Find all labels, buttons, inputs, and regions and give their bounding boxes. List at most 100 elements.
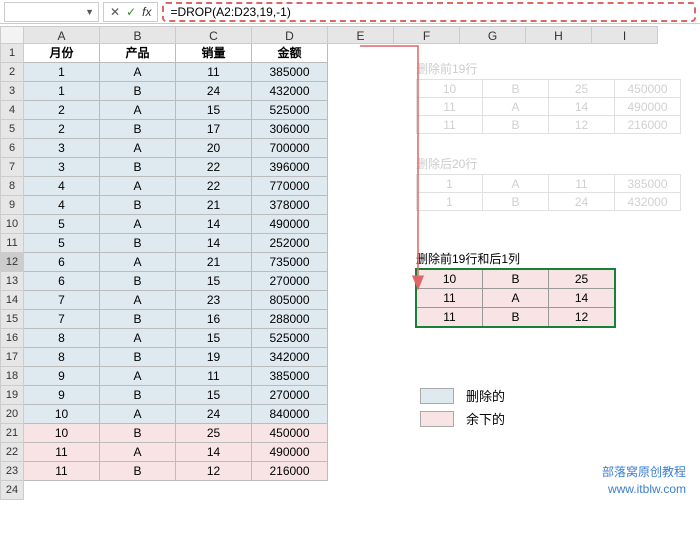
cell[interactable]: B [100,348,176,367]
cell[interactable]: 11 [176,63,252,82]
cell[interactable]: B [100,386,176,405]
cell[interactable]: 490000 [252,443,328,462]
cell[interactable]: 24 [176,82,252,101]
cell[interactable]: 3 [24,139,100,158]
cell[interactable]: 770000 [252,177,328,196]
cell[interactable]: 15 [176,386,252,405]
cell[interactable]: 5 [24,215,100,234]
cell[interactable]: 216000 [252,462,328,481]
cell[interactable]: 21 [176,196,252,215]
cell[interactable]: 342000 [252,348,328,367]
cell[interactable]: 15 [176,329,252,348]
cell[interactable]: A [100,253,176,272]
cell[interactable]: 8 [24,329,100,348]
cell[interactable]: A [100,329,176,348]
result-body[interactable]: 10B2511A1411B12 [416,269,615,327]
name-box-dropdown-icon[interactable]: ▼ [85,7,94,17]
cell[interactable]: 805000 [252,291,328,310]
cell[interactable]: B [100,120,176,139]
cell[interactable]: A [100,215,176,234]
row-header[interactable]: 18 [0,367,24,386]
cell[interactable]: 385000 [252,367,328,386]
cell[interactable]: 23 [176,291,252,310]
col-header-I[interactable]: I [592,26,658,44]
cell[interactable]: 14 [176,443,252,462]
col-header-E[interactable]: E [328,26,394,44]
row-header[interactable]: 3 [0,82,24,101]
cell[interactable]: 4 [24,177,100,196]
cell[interactable]: 5 [24,234,100,253]
cell[interactable]: 735000 [252,253,328,272]
row-header[interactable]: 14 [0,291,24,310]
cell[interactable]: 10 [24,424,100,443]
cell[interactable]: A [100,291,176,310]
cell[interactable]: 490000 [252,215,328,234]
col-header-A[interactable]: A [24,26,100,44]
cell[interactable]: 270000 [252,272,328,291]
cell[interactable]: 销量 [176,44,252,63]
cell[interactable]: 16 [176,310,252,329]
cell[interactable]: 产品 [100,44,176,63]
cell[interactable]: 385000 [252,63,328,82]
cell[interactable]: 15 [176,272,252,291]
cell[interactable]: 11 [24,443,100,462]
select-all-corner[interactable] [0,26,24,44]
cell[interactable]: 6 [24,253,100,272]
col-header-D[interactable]: D [252,26,328,44]
formula-input[interactable] [170,5,688,19]
cell[interactable]: B [100,424,176,443]
cell[interactable]: 月份 [24,44,100,63]
cell[interactable]: 306000 [252,120,328,139]
cell[interactable]: 4 [24,196,100,215]
cell[interactable]: 15 [176,101,252,120]
cell[interactable]: 22 [176,177,252,196]
row-header[interactable]: 13 [0,272,24,291]
row-header[interactable]: 6 [0,139,24,158]
cell[interactable]: 840000 [252,405,328,424]
cell[interactable]: 17 [176,120,252,139]
name-box-input[interactable] [9,5,69,19]
cell[interactable]: 金额 [252,44,328,63]
cell[interactable]: 12 [176,462,252,481]
cell[interactable]: 9 [24,386,100,405]
row-header[interactable]: 2 [0,63,24,82]
cell[interactable]: 378000 [252,196,328,215]
cell[interactable]: 8 [24,348,100,367]
cell[interactable]: 2 [24,101,100,120]
row-header[interactable]: 21 [0,424,24,443]
cell[interactable]: 396000 [252,158,328,177]
row-header[interactable]: 24 [0,481,24,500]
fx-icon[interactable]: fx [142,5,151,19]
cell[interactable]: 288000 [252,310,328,329]
cell[interactable]: A [100,139,176,158]
cell[interactable]: B [100,196,176,215]
cell[interactable]: 22 [176,158,252,177]
cell[interactable]: 6 [24,272,100,291]
cell[interactable]: 432000 [252,82,328,101]
col-header-F[interactable]: F [394,26,460,44]
cell[interactable]: 14 [176,215,252,234]
confirm-icon[interactable]: ✓ [126,5,136,19]
cell[interactable]: 525000 [252,101,328,120]
cell[interactable]: 1 [24,82,100,101]
row-header[interactable]: 20 [0,405,24,424]
cancel-icon[interactable]: ✕ [110,5,120,19]
cell[interactable]: 10 [24,405,100,424]
cell[interactable]: 25 [176,424,252,443]
row-header[interactable]: 9 [0,196,24,215]
row-header[interactable]: 5 [0,120,24,139]
cell[interactable]: 2 [24,120,100,139]
cell[interactable]: A [100,101,176,120]
row-header[interactable]: 7 [0,158,24,177]
row-header[interactable]: 10 [0,215,24,234]
cell[interactable]: 11 [176,367,252,386]
row-header[interactable]: 1 [0,44,24,63]
row-header[interactable]: 16 [0,329,24,348]
cell[interactable]: 20 [176,139,252,158]
row-header[interactable]: 19 [0,386,24,405]
cell[interactable]: A [100,405,176,424]
row-header[interactable]: 15 [0,310,24,329]
cell[interactable]: B [100,462,176,481]
cell[interactable]: 1 [24,63,100,82]
cell[interactable]: B [100,234,176,253]
